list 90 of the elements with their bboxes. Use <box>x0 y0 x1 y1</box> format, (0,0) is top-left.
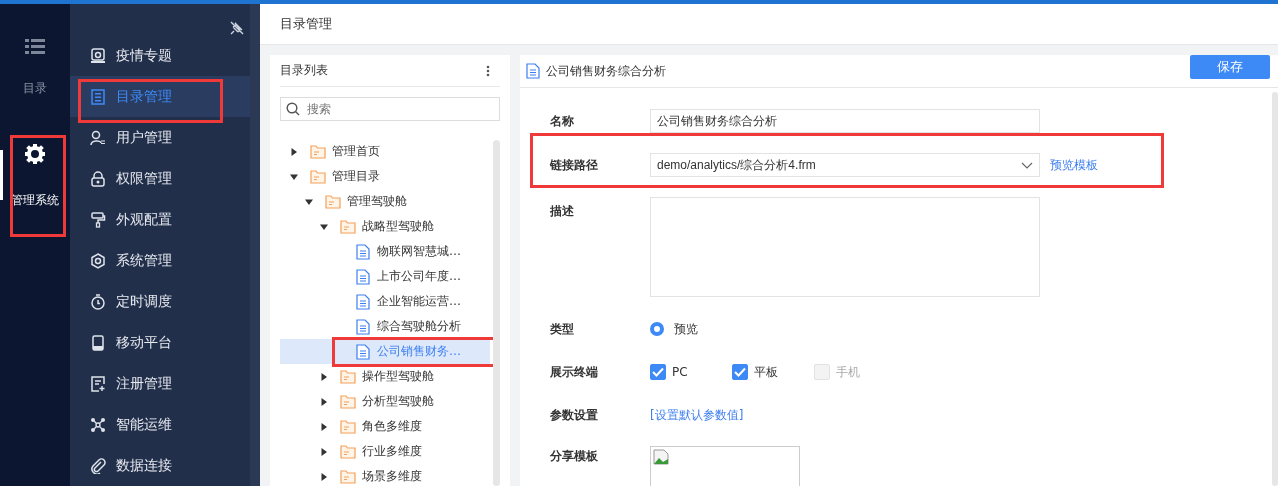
document-icon <box>355 268 371 285</box>
paperclip-icon <box>90 457 106 474</box>
tree-item[interactable]: 场景多维度 <box>280 464 490 486</box>
more-icon <box>486 64 490 77</box>
folder-icon <box>340 468 356 485</box>
nav-item[interactable]: 外观配置 <box>70 199 250 240</box>
caret-right-icon <box>320 422 328 431</box>
chevron-down-icon <box>1021 161 1033 169</box>
caret-right-icon <box>320 447 328 456</box>
option-label: 预览 <box>674 320 698 338</box>
caret-down-icon <box>320 222 328 231</box>
panel-title: 目录列表 <box>280 62 328 79</box>
nav-item[interactable]: 移动平台 <box>70 322 250 363</box>
tablet-icon <box>90 334 106 351</box>
folder-icon <box>340 418 356 435</box>
tree-item[interactable]: 操作型驾驶舱 <box>280 364 490 389</box>
document-title: 公司销售财务综合分析 <box>546 62 666 80</box>
field-label: 参数设置 <box>550 406 599 424</box>
monitor-icon <box>90 47 106 64</box>
name-field[interactable]: 公司销售财务综合分析 <box>650 109 1040 133</box>
document-icon <box>355 243 371 260</box>
nav-item[interactable]: 用户管理 <box>70 117 250 158</box>
caret-right-icon <box>320 397 328 406</box>
preview-link[interactable]: 预览模板 <box>1050 156 1098 174</box>
option-label: 手机 <box>836 363 860 381</box>
folder-icon <box>325 193 341 210</box>
tree-item[interactable]: 分析型驾驶舱 <box>280 389 490 414</box>
rail-item[interactable]: 目录 <box>0 38 70 138</box>
tree-item[interactable]: 综合驾驶舱分析 <box>280 314 490 339</box>
search-field[interactable]: 搜索 <box>280 97 500 121</box>
tree-item[interactable]: 上市公司年度… <box>280 264 490 289</box>
field-label: 展示终端 <box>550 363 599 381</box>
nav-item[interactable]: 定时调度 <box>70 281 250 322</box>
folder-icon <box>310 168 326 185</box>
checkbox[interactable] <box>650 364 666 380</box>
radio-button[interactable] <box>650 322 664 336</box>
nav-item[interactable]: 权限管理 <box>70 158 250 199</box>
tree-item[interactable]: 战略型驾驶舱 <box>280 214 490 239</box>
field-label: 描述 <box>550 203 575 220</box>
stopwatch-icon <box>90 293 106 310</box>
paint-roller-icon <box>90 211 106 228</box>
tree-item[interactable]: 管理驾驶舱 <box>280 189 490 214</box>
caret-down-icon <box>305 197 313 206</box>
pin-icon <box>230 21 244 35</box>
document-add-icon <box>90 375 106 392</box>
tree-item[interactable]: 角色多维度 <box>280 414 490 439</box>
broken-image-icon <box>653 449 669 465</box>
caret-right-icon <box>320 472 328 481</box>
checkbox[interactable] <box>732 364 748 380</box>
lock-icon <box>90 170 106 187</box>
description-field[interactable] <box>650 197 1040 297</box>
document-icon <box>525 63 541 79</box>
caret-right-icon <box>290 147 298 156</box>
path-dropdown[interactable]: demo/analytics/综合分析4.frm <box>650 153 1040 177</box>
scrollbar[interactable] <box>493 140 500 486</box>
nav-item[interactable]: 疫情专题 <box>70 35 250 76</box>
folder-icon <box>340 218 356 235</box>
option-label: PC <box>672 365 688 379</box>
caret-down-icon <box>290 172 298 181</box>
tree-item[interactable]: 管理目录 <box>280 164 490 189</box>
folder-icon <box>310 143 326 160</box>
user-icon <box>90 129 106 146</box>
gear-icon <box>90 252 106 269</box>
document-icon <box>355 293 371 310</box>
gear-icon <box>25 144 45 164</box>
nav-item[interactable]: 数据连接 <box>70 445 250 486</box>
folder-icon <box>340 443 356 460</box>
document-icon <box>355 318 371 335</box>
nav-item[interactable]: 智能运维 <box>70 404 250 445</box>
parameter-link[interactable]: [设置默认参数值] <box>650 406 744 424</box>
list-icon <box>90 88 106 105</box>
folder-icon <box>340 393 356 410</box>
tree-item[interactable]: 物联网智慧城… <box>280 239 490 264</box>
page-title: 目录管理 <box>280 15 332 33</box>
option-label: 平板 <box>754 363 778 381</box>
scrollbar[interactable] <box>1272 92 1278 486</box>
tree-item[interactable]: 管理首页 <box>280 139 490 164</box>
network-icon <box>90 416 106 433</box>
caret-right-icon <box>320 372 328 381</box>
field-label: 名称 <box>550 112 575 130</box>
nav-item[interactable]: 注册管理 <box>70 363 250 404</box>
field-label: 类型 <box>550 320 575 338</box>
document-icon <box>355 343 371 360</box>
field-label: 分享模板 <box>550 448 599 465</box>
field-label: 链接路径 <box>550 156 599 174</box>
nav-item[interactable]: 系统管理 <box>70 240 250 281</box>
search-icon <box>286 102 300 116</box>
tree-item[interactable]: 行业多维度 <box>280 439 490 464</box>
tree-item[interactable]: 企业智能运营… <box>280 289 490 314</box>
folder-icon <box>340 368 356 385</box>
